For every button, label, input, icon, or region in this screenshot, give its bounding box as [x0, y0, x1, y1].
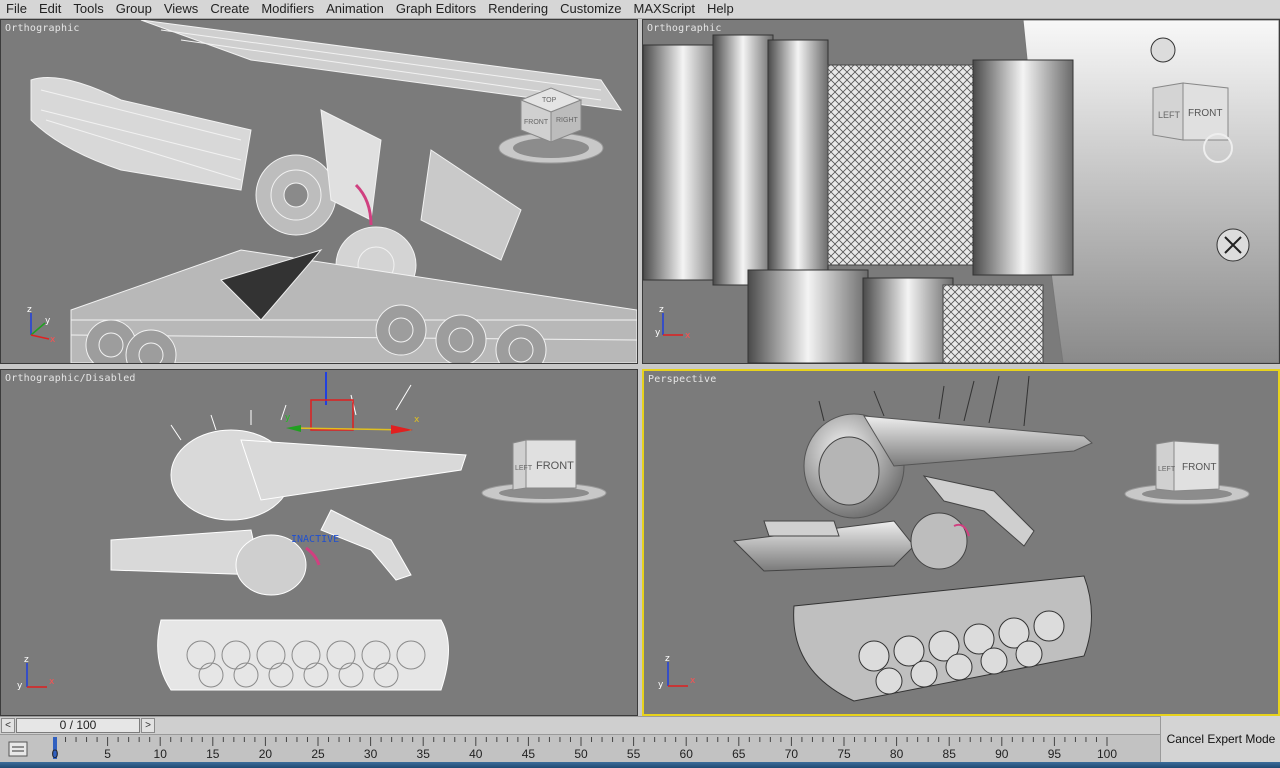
frame-tick-label: 65	[732, 747, 746, 761]
shaded-model	[732, 375, 1093, 702]
frame-tick-label: 95	[1048, 747, 1062, 761]
menu-item-group[interactable]: Group	[110, 0, 158, 18]
viewcube-face-front[interactable]: FRONT	[524, 119, 549, 126]
viewport-bottom-right[interactable]: Perspective LEFT FRONT z y x	[642, 369, 1280, 716]
axis-label-z: z	[27, 305, 32, 315]
frame-tick-label: 25	[311, 747, 325, 761]
menu-item-rendering[interactable]: Rendering	[482, 0, 554, 18]
frame-tick-label: 20	[259, 747, 273, 761]
time-slider-thumb[interactable]: 0 / 100	[16, 718, 140, 733]
gizmo-inactive-label: INACTIVE	[291, 534, 339, 545]
frame-tick-label: 10	[154, 747, 168, 761]
frame-tick-label: 45	[522, 747, 536, 761]
viewport-top-left[interactable]: Orthographic TOP FRONT RIGHT z y x	[0, 19, 638, 364]
axis-gizmo: z y x	[27, 305, 56, 345]
viewport-top-right[interactable]: Orthographic LEFT FRONT z y x	[642, 19, 1280, 364]
menu-item-edit[interactable]: Edit	[33, 0, 67, 18]
axis-label-y: y	[17, 681, 23, 691]
track-bar[interactable]: 0 5 10 15 20 25 30 35 40 45 50 55 60 65 70 75 80 85 90 95 10…	[0, 734, 1160, 763]
time-slider-next-button[interactable]: >	[141, 718, 155, 733]
axis-label-y: y	[658, 680, 664, 690]
frame-tick-label: 60	[680, 747, 694, 761]
viewcube-face-left[interactable]: LEFT	[1158, 466, 1176, 473]
wireframe-model: y x INACTIVE	[110, 372, 467, 691]
shaded-model	[643, 20, 1279, 363]
frame-tick-label: 0	[52, 747, 59, 761]
menu-item-help[interactable]: Help	[701, 0, 740, 18]
axis-label-x: x	[690, 676, 696, 686]
frame-tick-label: 35	[417, 747, 431, 761]
axis-gizmo: z y x	[17, 655, 55, 691]
axis-label-y: y	[655, 328, 661, 338]
os-taskbar	[0, 762, 1280, 768]
axis-label-x: x	[685, 331, 691, 341]
frame-tick-label: 70	[785, 747, 799, 761]
frame-tick-label: 5	[104, 747, 111, 761]
axis-gizmo: z y x	[658, 654, 696, 690]
viewcube-face-left[interactable]: LEFT	[1158, 110, 1181, 120]
viewcube-face-front[interactable]: FRONT	[1188, 108, 1222, 119]
viewcube-face-front[interactable]: FRONT	[536, 460, 574, 472]
viewport-label[interactable]: Orthographic/Disabled	[5, 373, 136, 384]
cancel-expert-mode-button[interactable]: Cancel Expert Mode	[1160, 716, 1280, 762]
menu-item-views[interactable]: Views	[158, 0, 204, 18]
axis-label-x: x	[50, 335, 56, 345]
time-slider-prev-button[interactable]: <	[1, 718, 15, 733]
wireframe-model	[30, 20, 637, 363]
viewcube-face-front[interactable]: FRONT	[1182, 462, 1216, 473]
viewport-label[interactable]: Orthographic	[647, 23, 722, 34]
viewport-label[interactable]: Orthographic	[5, 23, 80, 34]
viewport-bottom-left[interactable]: Orthographic/Disabled y x INACTIVE LEFT …	[0, 369, 638, 716]
axis-label-z: z	[665, 654, 670, 664]
menu-item-customize[interactable]: Customize	[554, 0, 627, 18]
viewcube[interactable]: TOP FRONT RIGHT	[496, 80, 611, 170]
viewcube-face-left[interactable]: LEFT	[515, 465, 533, 472]
frame-tick-label: 30	[364, 747, 378, 761]
viewcube-face-top[interactable]: TOP	[542, 97, 557, 104]
menu-item-maxscript[interactable]: MAXScript	[628, 0, 701, 18]
gizmo-axis-y: y	[285, 413, 291, 423]
gizmo-axis-x: x	[414, 415, 420, 425]
viewcube[interactable]: LEFT FRONT	[1124, 439, 1254, 509]
frame-tick-label: 75	[837, 747, 851, 761]
axis-label-y: y	[45, 316, 51, 326]
axis-label-x: x	[49, 677, 55, 687]
frame-tick-label: 55	[627, 747, 641, 761]
viewcube[interactable]: LEFT FRONT	[481, 438, 611, 508]
frame-tick-label: 100	[1097, 747, 1117, 761]
menu-item-modifiers[interactable]: Modifiers	[255, 0, 320, 18]
time-slider[interactable]: < 0 / 100 >	[0, 716, 1160, 735]
viewport-label[interactable]: Perspective	[648, 374, 716, 385]
frame-tick-label: 50	[574, 747, 588, 761]
menu-item-graph-editors[interactable]: Graph Editors	[390, 0, 482, 18]
frame-tick-label: 85	[943, 747, 957, 761]
menu-item-create[interactable]: Create	[204, 0, 255, 18]
menu-item-animation[interactable]: Animation	[320, 0, 390, 18]
menu-bar: File Edit Tools Group Views Create Modifiers An…	[0, 0, 1280, 19]
menu-item-file[interactable]: File	[0, 0, 33, 18]
frame-tick-label: 40	[469, 747, 483, 761]
track-bar-ruler: 0 5 10 15 20 25 30 35 40 45 50 55 60 65 70 75 80 85 90 95 10…	[52, 737, 1117, 761]
axis-label-z: z	[659, 305, 664, 315]
menu-item-tools[interactable]: Tools	[67, 0, 109, 18]
frame-tick-label: 90	[995, 747, 1009, 761]
frame-tick-label: 80	[890, 747, 904, 761]
viewcube-face-right[interactable]: RIGHT	[556, 117, 579, 124]
frame-tick-label: 15	[206, 747, 220, 761]
axis-label-z: z	[24, 655, 29, 665]
viewcube[interactable]: LEFT FRONT	[1148, 80, 1248, 170]
axis-gizmo: z y x	[655, 305, 691, 341]
